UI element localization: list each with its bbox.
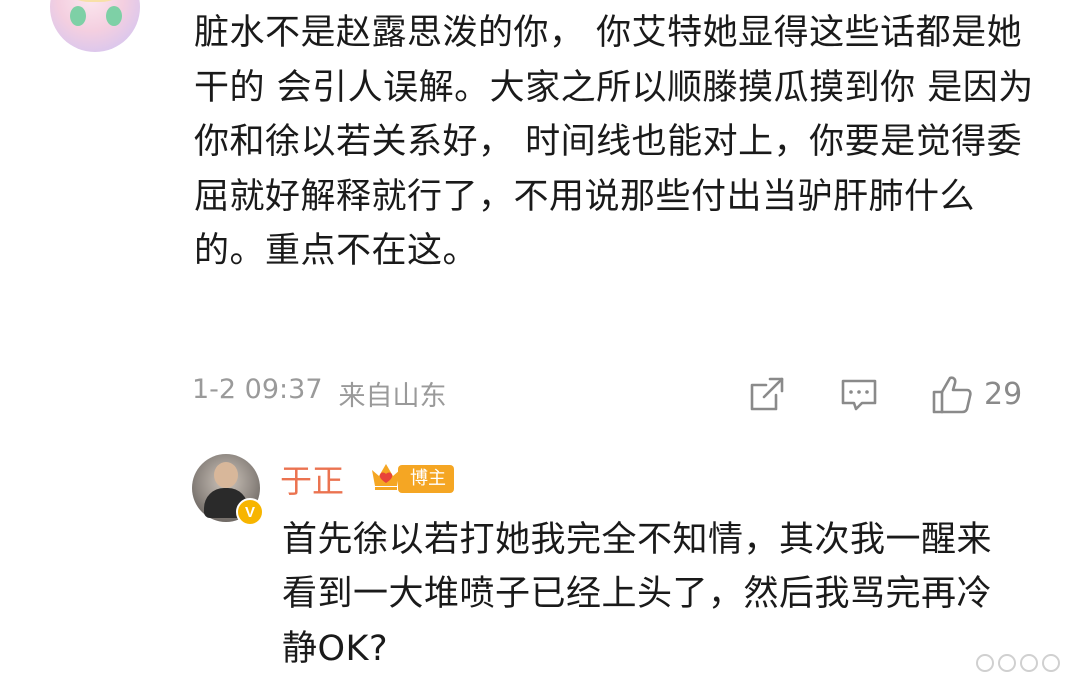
reply-username[interactable]: 于正 [280,456,344,502]
avatar-eye-right [106,6,122,26]
share-button[interactable] [746,373,788,415]
comment-location: 来自山东 [338,381,447,412]
like-count: 29 [984,376,1023,412]
comment-text: 脏水不是赵露思泼的你， 你艾特她显得这些话都是她干的 会引人误解。大家之所以顺滕… [194,13,1034,272]
verified-icon: V [236,498,264,526]
comment-button[interactable] [838,373,880,415]
avatar-face [214,462,238,488]
commenter-avatar[interactable] [50,0,140,52]
comment-meta: 1-2 09:37 来自山东 [192,374,447,413]
avatar-hair [50,0,140,2]
author-badge: 博主 [398,465,454,493]
comment-icon [841,379,877,411]
share-icon [750,377,784,411]
comment-actions: 29 [746,372,1022,416]
watermark-icon [976,654,1060,672]
like-button[interactable]: 29 [930,372,1022,416]
comment-time: 1-2 09:37 [192,374,323,405]
like-icon [932,376,972,414]
avatar-eye-left [70,6,86,26]
reply-avatar[interactable]: V [192,454,264,526]
reply-text: 首先徐以若打她我完全不知情，其次我一醒来看到一大堆喷子已经上头了，然后我骂完再冷… [282,520,993,669]
